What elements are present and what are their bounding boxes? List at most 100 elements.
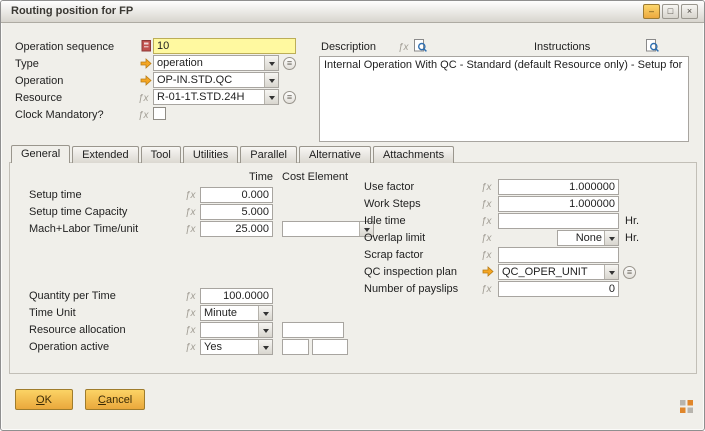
link-arrow-icon[interactable] xyxy=(140,58,152,69)
time-unit-value: Minute xyxy=(204,307,256,319)
formula-icon: ƒx xyxy=(185,325,196,336)
scrap-factor-label: Scrap factor xyxy=(364,249,423,261)
resource-allocation-label: Resource allocation xyxy=(29,324,126,336)
operation-active-value: Yes xyxy=(204,341,256,353)
tab-general[interactable]: General xyxy=(11,145,70,163)
formula-icon: ƒx xyxy=(398,42,409,53)
resource-allocation-qty-input[interactable] xyxy=(282,322,344,338)
formula-icon: ƒx xyxy=(138,93,149,104)
setup-time-input[interactable] xyxy=(200,187,273,203)
formula-icon: ƒx xyxy=(481,216,492,227)
number-of-payslips-label: Number of payslips xyxy=(364,283,458,295)
link-arrow-icon[interactable] xyxy=(482,266,494,277)
operation-active-from-input[interactable] xyxy=(282,339,309,355)
mach-labor-time-label: Mach+Labor Time/unit xyxy=(29,223,138,235)
formula-icon: ƒx xyxy=(138,110,149,121)
edit-indicator-icon xyxy=(141,39,152,52)
choose-from-list-icon[interactable]: ≡ xyxy=(623,266,636,279)
magnifier-icon[interactable] xyxy=(646,39,659,52)
resource-select[interactable]: R-01-1T.STD.24H xyxy=(153,89,279,105)
operation-sequence-label: Operation sequence xyxy=(15,41,114,53)
close-button[interactable]: × xyxy=(681,4,698,19)
choose-from-list-icon[interactable]: ≡ xyxy=(283,91,296,104)
type-label: Type xyxy=(15,58,39,70)
resource-allocation-select[interactable] xyxy=(200,322,273,338)
dropdown-arrow-icon xyxy=(604,265,618,279)
maximize-button[interactable]: □ xyxy=(662,4,679,19)
ok-button-label: OK xyxy=(28,394,60,406)
tab-bar: General Extended Tool Utilities Parallel… xyxy=(11,145,456,163)
qc-inspection-plan-select[interactable]: QC_OPER_UNIT xyxy=(498,264,619,280)
scrap-factor-input[interactable] xyxy=(498,247,619,263)
choose-from-list-icon[interactable]: ≡ xyxy=(283,57,296,70)
use-factor-input[interactable] xyxy=(498,179,619,195)
type-value: operation xyxy=(157,57,262,69)
clock-mandatory-label: Clock Mandatory? xyxy=(15,109,104,121)
idle-time-unit-label: Hr. xyxy=(625,215,639,227)
setup-time-capacity-input[interactable] xyxy=(200,204,273,220)
formula-icon: ƒx xyxy=(185,190,196,201)
tab-parallel[interactable]: Parallel xyxy=(240,146,297,163)
dropdown-arrow-icon xyxy=(604,231,618,245)
window-title: Routing position for FP xyxy=(11,5,133,17)
time-unit-label: Time Unit xyxy=(29,307,76,319)
dropdown-arrow-icon xyxy=(264,73,278,87)
tab-extended[interactable]: Extended xyxy=(72,146,138,163)
description-text-area[interactable]: Internal Operation With QC - Standard (d… xyxy=(319,56,689,142)
tab-attachments[interactable]: Attachments xyxy=(373,146,454,163)
tab-utilities[interactable]: Utilities xyxy=(183,146,238,163)
ok-button[interactable]: OK xyxy=(15,389,73,410)
tab-tool[interactable]: Tool xyxy=(141,146,181,163)
setup-time-label: Setup time xyxy=(29,189,82,201)
formula-icon: ƒx xyxy=(481,182,492,193)
operation-sequence-input[interactable] xyxy=(153,38,296,54)
operation-label: Operation xyxy=(15,75,63,87)
mach-labor-time-input[interactable] xyxy=(200,221,273,237)
dropdown-arrow-icon xyxy=(258,323,272,337)
formula-icon: ƒx xyxy=(481,199,492,210)
operation-select[interactable]: OP-IN.STD.QC xyxy=(153,72,279,88)
minimize-button[interactable]: – xyxy=(643,4,660,19)
clock-mandatory-checkbox[interactable] xyxy=(153,107,166,120)
use-factor-label: Use factor xyxy=(364,181,414,193)
formula-icon: ƒx xyxy=(185,291,196,302)
cost-element-select[interactable] xyxy=(282,221,374,237)
qc-inspection-plan-value: QC_OPER_UNIT xyxy=(502,266,602,278)
formula-icon: ƒx xyxy=(185,224,196,235)
formula-icon: ƒx xyxy=(185,207,196,218)
resource-value: R-01-1T.STD.24H xyxy=(157,91,262,103)
dropdown-arrow-icon xyxy=(258,340,272,354)
dropdown-arrow-icon xyxy=(264,90,278,104)
formula-icon: ƒx xyxy=(185,308,196,319)
work-steps-input[interactable] xyxy=(498,196,619,212)
formula-icon: ƒx xyxy=(185,342,196,353)
cancel-button[interactable]: Cancel xyxy=(85,389,145,410)
dropdown-arrow-icon xyxy=(264,56,278,70)
overlap-limit-select[interactable]: None xyxy=(557,230,619,246)
operation-active-to-input[interactable] xyxy=(312,339,348,355)
formula-icon: ƒx xyxy=(481,233,492,244)
cancel-button-label: Cancel xyxy=(98,394,132,406)
form-settings-icon[interactable] xyxy=(679,399,694,414)
operation-active-select[interactable]: Yes xyxy=(200,339,273,355)
window-controls: – □ × xyxy=(643,4,698,19)
title-bar[interactable]: Routing position for FP – □ × xyxy=(1,1,704,23)
idle-time-input[interactable] xyxy=(498,213,619,229)
qc-inspection-plan-label: QC inspection plan xyxy=(364,266,457,278)
tab-alternative[interactable]: Alternative xyxy=(299,146,371,163)
formula-icon: ƒx xyxy=(481,250,492,261)
overlap-limit-value: None xyxy=(561,232,602,244)
time-column-header: Time xyxy=(200,171,273,183)
work-steps-label: Work Steps xyxy=(364,198,421,210)
routing-position-dialog: Routing position for FP – □ × Operation … xyxy=(0,0,705,431)
cost-element-column-header: Cost Element xyxy=(282,171,348,183)
formula-icon: ƒx xyxy=(481,284,492,295)
number-of-payslips-input[interactable] xyxy=(498,281,619,297)
overlap-limit-unit-label: Hr. xyxy=(625,232,639,244)
magnifier-icon[interactable] xyxy=(414,39,427,52)
type-select[interactable]: operation xyxy=(153,55,279,71)
overlap-limit-label: Overlap limit xyxy=(364,232,425,244)
quantity-per-time-input[interactable] xyxy=(200,288,273,304)
time-unit-select[interactable]: Minute xyxy=(200,305,273,321)
link-arrow-icon[interactable] xyxy=(140,75,152,86)
